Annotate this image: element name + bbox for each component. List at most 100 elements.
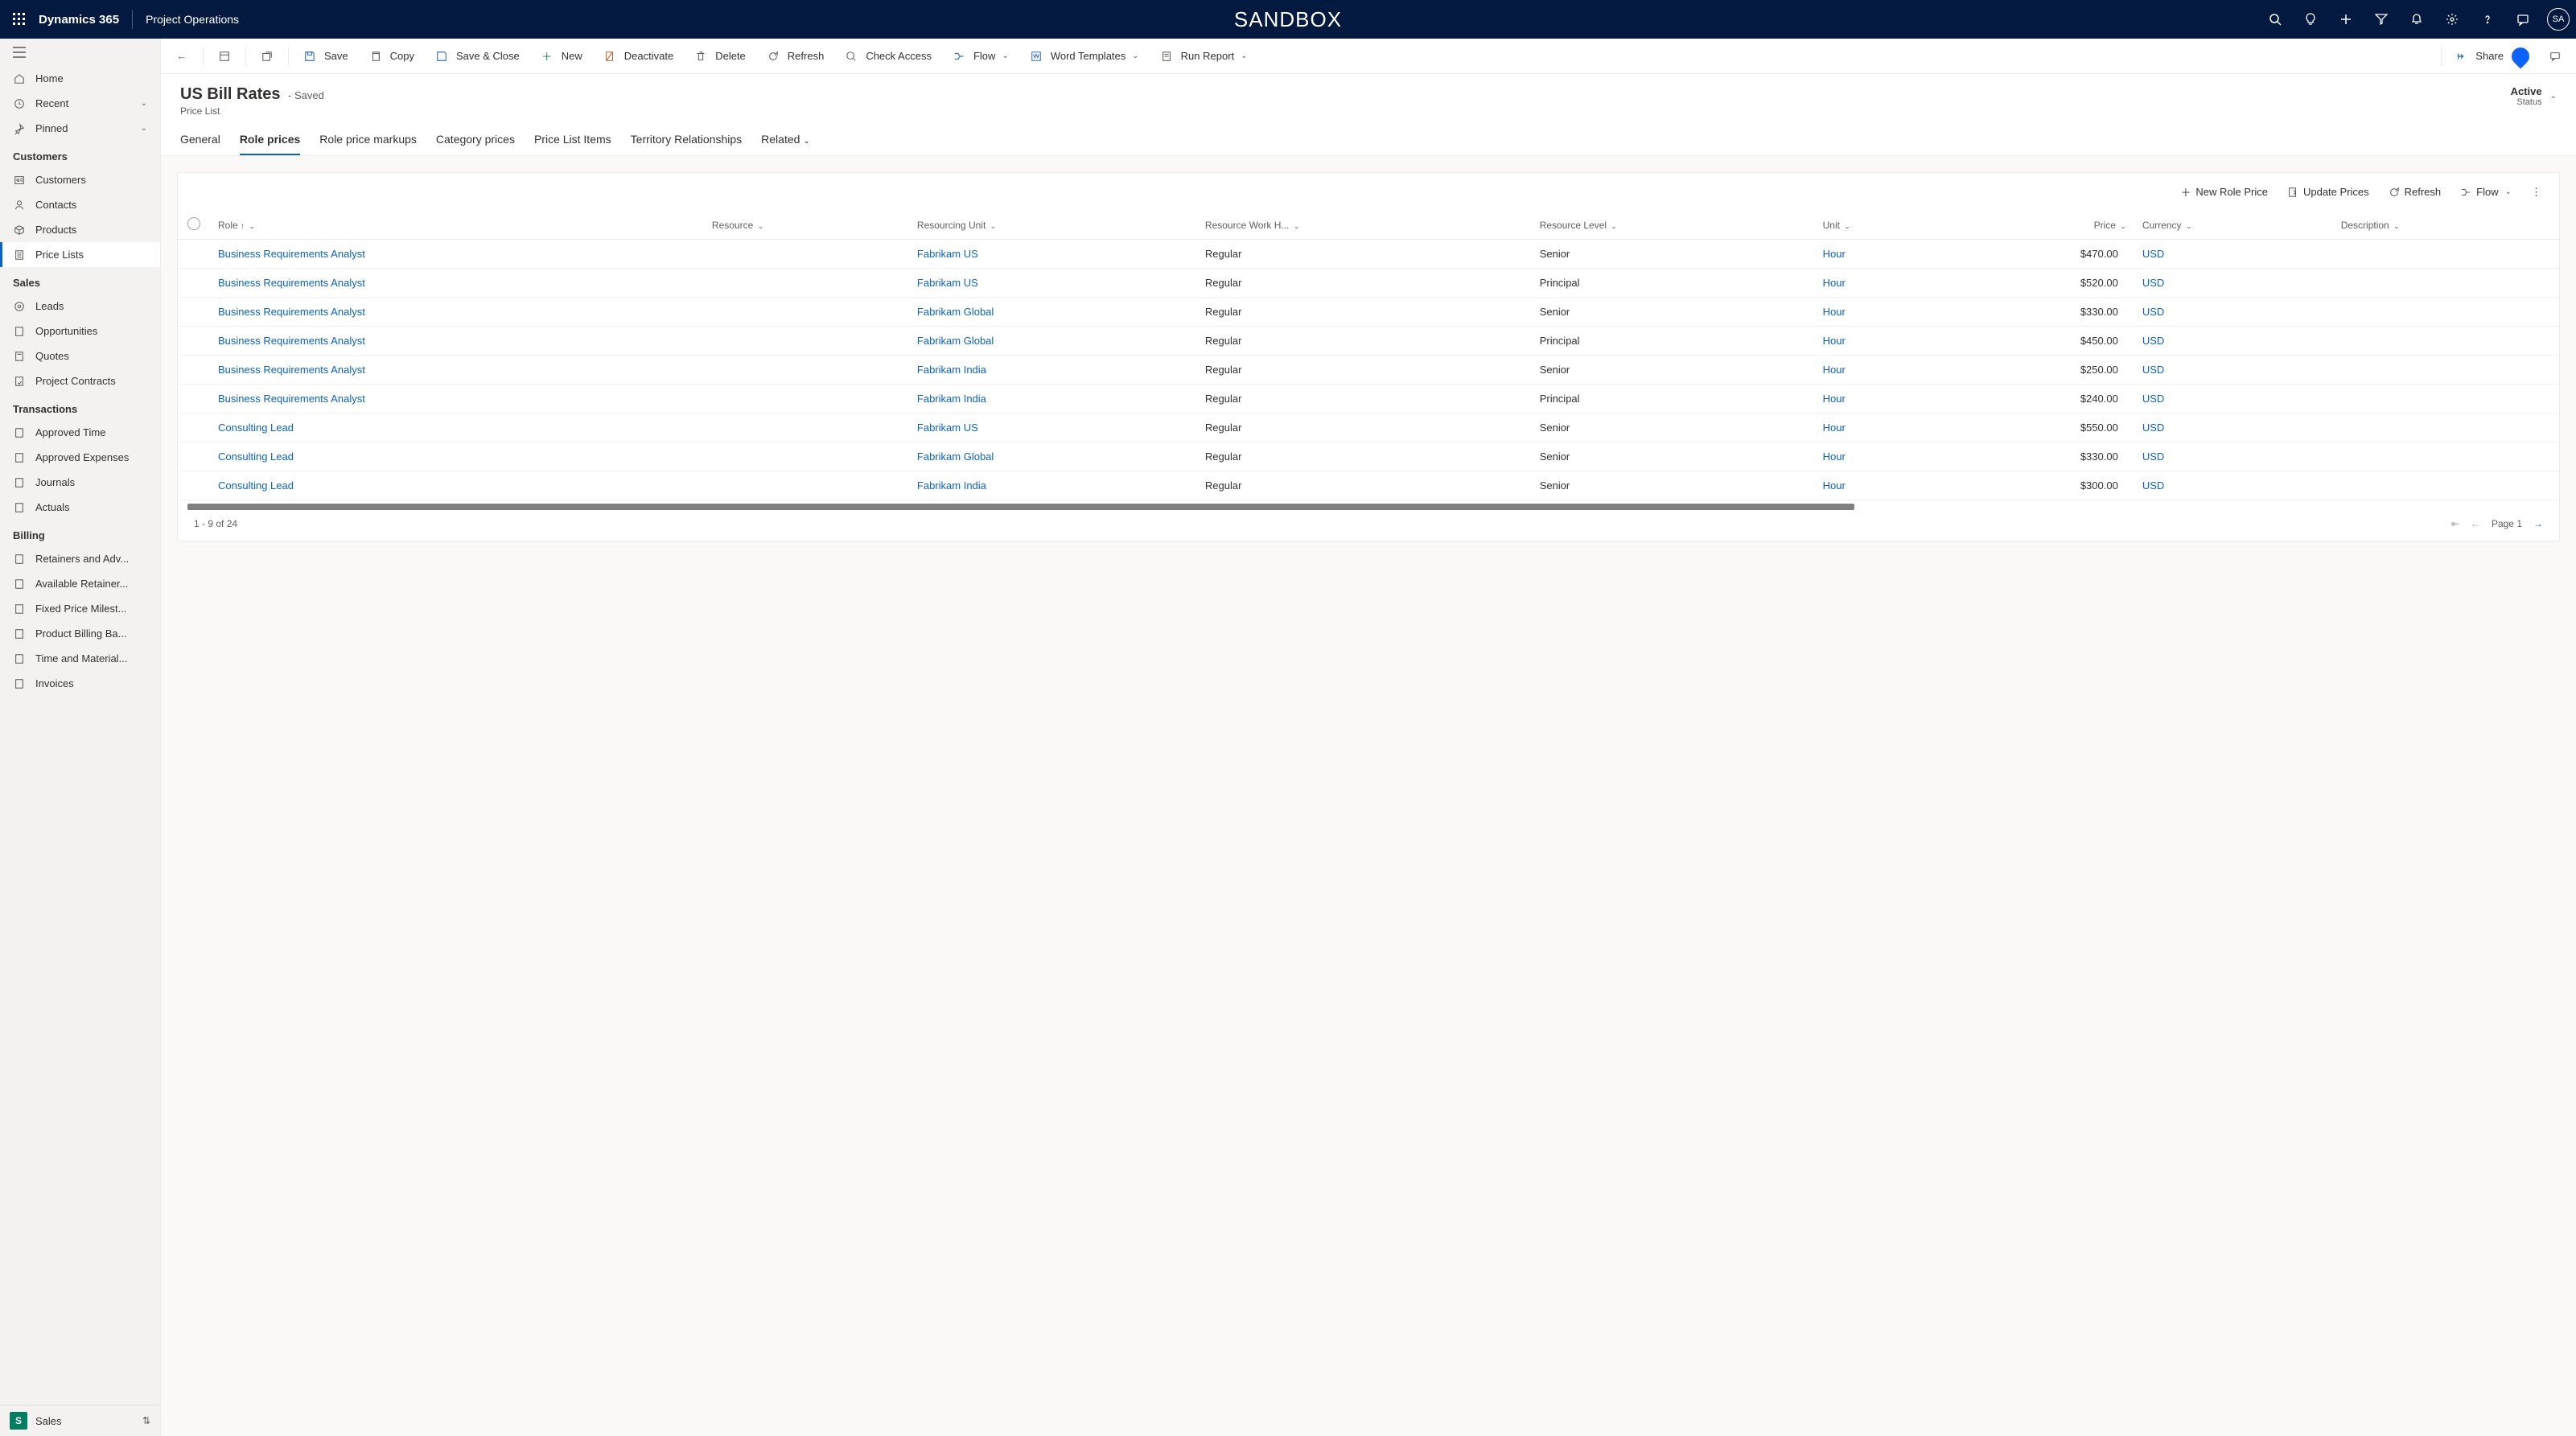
new-tab-button[interactable] — [249, 39, 285, 74]
back-button[interactable]: ← — [164, 39, 200, 74]
help-icon[interactable] — [2471, 0, 2504, 39]
row-select[interactable] — [178, 414, 210, 442]
row-select[interactable] — [178, 269, 210, 298]
row-select[interactable] — [178, 298, 210, 327]
row-select[interactable] — [178, 240, 210, 269]
sidebar-item-home[interactable]: Home — [0, 66, 160, 91]
tab-role-prices[interactable]: Role prices — [240, 128, 300, 155]
tab-general[interactable]: General — [180, 128, 220, 155]
column-header-role[interactable]: Role ↑ ⌄ — [210, 211, 704, 240]
sidebar-item-price-lists[interactable]: Price Lists — [0, 242, 160, 267]
cell-role[interactable]: Business Requirements Analyst — [210, 240, 704, 269]
assistant-icon[interactable] — [2507, 0, 2539, 39]
sidebar-item-available-retainer-[interactable]: Available Retainer... — [0, 571, 160, 596]
save-close-button[interactable]: Save & Close — [424, 39, 528, 74]
sidebar-item-actuals[interactable]: Actuals — [0, 495, 160, 520]
sidebar-item-project-contracts[interactable]: Project Contracts — [0, 368, 160, 393]
row-select[interactable] — [178, 442, 210, 471]
cell-currency[interactable]: USD — [2134, 356, 2333, 385]
cell-currency[interactable]: USD — [2134, 240, 2333, 269]
cell-currency[interactable]: USD — [2134, 471, 2333, 500]
sidebar-item-retainers-and-adv-[interactable]: Retainers and Adv... — [0, 546, 160, 571]
delete-button[interactable]: Delete — [683, 39, 754, 74]
user-avatar[interactable]: SA — [2547, 8, 2570, 31]
cell-role[interactable]: Consulting Lead — [210, 471, 704, 500]
cell-unit[interactable]: Hour — [1815, 240, 1947, 269]
lightbulb-icon[interactable] — [2294, 0, 2327, 39]
column-header-unit[interactable]: Unit ⌄ — [1815, 211, 1947, 240]
row-select[interactable] — [178, 327, 210, 356]
table-row[interactable]: Business Requirements Analyst Fabrikam US… — [178, 240, 2559, 269]
sidebar-item-invoices[interactable]: Invoices — [0, 671, 160, 696]
subgrid-refresh-button[interactable]: Refresh — [2381, 181, 2450, 203]
cell-resourcing-unit[interactable]: Fabrikam US — [909, 240, 1197, 269]
filter-icon[interactable] — [2365, 0, 2397, 39]
tab-territory-relationships[interactable]: Territory Relationships — [631, 128, 743, 155]
cell-role[interactable]: Consulting Lead — [210, 414, 704, 442]
sidebar-item-approved-time[interactable]: Approved Time — [0, 420, 160, 445]
copy-button[interactable]: Copy — [358, 39, 422, 74]
share-button[interactable]: Share — [2443, 39, 2537, 74]
column-header-resource-level[interactable]: Resource Level ⌄ — [1532, 211, 1815, 240]
search-icon[interactable] — [2259, 0, 2291, 39]
cell-currency[interactable]: USD — [2134, 414, 2333, 442]
sidebar-item-leads[interactable]: Leads — [0, 294, 160, 319]
sidebar-item-fixed-price-milest-[interactable]: Fixed Price Milest... — [0, 596, 160, 621]
select-all-column[interactable] — [178, 211, 210, 240]
sidebar-item-product-billing-ba-[interactable]: Product Billing Ba... — [0, 621, 160, 646]
cell-currency[interactable]: USD — [2134, 327, 2333, 356]
sidebar-toggle-icon[interactable] — [0, 39, 160, 66]
new-button[interactable]: ＋New — [529, 39, 591, 74]
subgrid-flow-button[interactable]: Flow⌄ — [2452, 181, 2520, 203]
cell-unit[interactable]: Hour — [1815, 385, 1947, 414]
app-name-label[interactable]: Project Operations — [146, 13, 239, 26]
gear-icon[interactable] — [2436, 0, 2468, 39]
sidebar-item-pinned[interactable]: Pinned ⌄ — [0, 116, 160, 141]
run-report-button[interactable]: Run Report⌄ — [1149, 39, 1256, 74]
column-header-currency[interactable]: Currency ⌄ — [2134, 211, 2333, 240]
cell-resourcing-unit[interactable]: Fabrikam India — [909, 471, 1197, 500]
refresh-button[interactable]: Refresh — [755, 39, 833, 74]
sidebar-item-products[interactable]: Products — [0, 217, 160, 242]
sidebar-item-recent[interactable]: Recent ⌄ — [0, 91, 160, 116]
next-page-icon[interactable]: → — [2533, 518, 2543, 529]
table-row[interactable]: Business Requirements AnalystFabrikam In… — [178, 356, 2559, 385]
row-select[interactable] — [178, 471, 210, 500]
deactivate-button[interactable]: Deactivate — [592, 39, 681, 74]
sidebar-item-opportunities[interactable]: Opportunities — [0, 319, 160, 344]
column-header-description[interactable]: Description ⌄ — [2333, 211, 2559, 240]
table-row[interactable]: Business Requirements AnalystFabrikam In… — [178, 385, 2559, 414]
open-record-set-button[interactable] — [207, 39, 242, 74]
table-row[interactable]: Business Requirements AnalystFabrikam Gl… — [178, 327, 2559, 356]
table-row[interactable]: Business Requirements AnalystFabrikam Gl… — [178, 298, 2559, 327]
sidebar-item-approved-expenses[interactable]: Approved Expenses — [0, 445, 160, 470]
first-page-icon[interactable]: ⇤ — [2451, 518, 2459, 529]
sidebar-item-contacts[interactable]: Contacts — [0, 192, 160, 217]
add-icon[interactable] — [2330, 0, 2362, 39]
assistant-pane-button[interactable] — [2537, 39, 2573, 74]
tab-role-price-markups[interactable]: Role price markups — [319, 128, 417, 155]
cell-unit[interactable]: Hour — [1815, 414, 1947, 442]
cell-resourcing-unit[interactable]: Fabrikam US — [909, 269, 1197, 298]
cell-resourcing-unit[interactable]: Fabrikam Global — [909, 298, 1197, 327]
cell-resourcing-unit[interactable]: Fabrikam Global — [909, 442, 1197, 471]
row-select[interactable] — [178, 385, 210, 414]
cell-unit[interactable]: Hour — [1815, 327, 1947, 356]
cell-role[interactable]: Business Requirements Analyst — [210, 269, 704, 298]
cell-resourcing-unit[interactable]: Fabrikam US — [909, 414, 1197, 442]
cell-unit[interactable]: Hour — [1815, 298, 1947, 327]
tab-price-list-items[interactable]: Price List Items — [534, 128, 611, 155]
cell-unit[interactable]: Hour — [1815, 269, 1947, 298]
tab-related[interactable]: Related⌄ — [761, 128, 810, 155]
cell-currency[interactable]: USD — [2134, 269, 2333, 298]
cell-resourcing-unit[interactable]: Fabrikam India — [909, 356, 1197, 385]
cell-unit[interactable]: Hour — [1815, 442, 1947, 471]
cell-unit[interactable]: Hour — [1815, 356, 1947, 385]
check-access-button[interactable]: Check Access — [833, 39, 940, 74]
column-header-price[interactable]: Price ⌄ — [1947, 211, 2134, 240]
sidebar-item-journals[interactable]: Journals — [0, 470, 160, 495]
new-role-price-button[interactable]: ＋New Role Price — [2172, 179, 2276, 204]
save-button[interactable]: Save — [292, 39, 356, 74]
column-header-resource-work-h-[interactable]: Resource Work H... ⌄ — [1197, 211, 1532, 240]
bell-icon[interactable] — [2401, 0, 2433, 39]
